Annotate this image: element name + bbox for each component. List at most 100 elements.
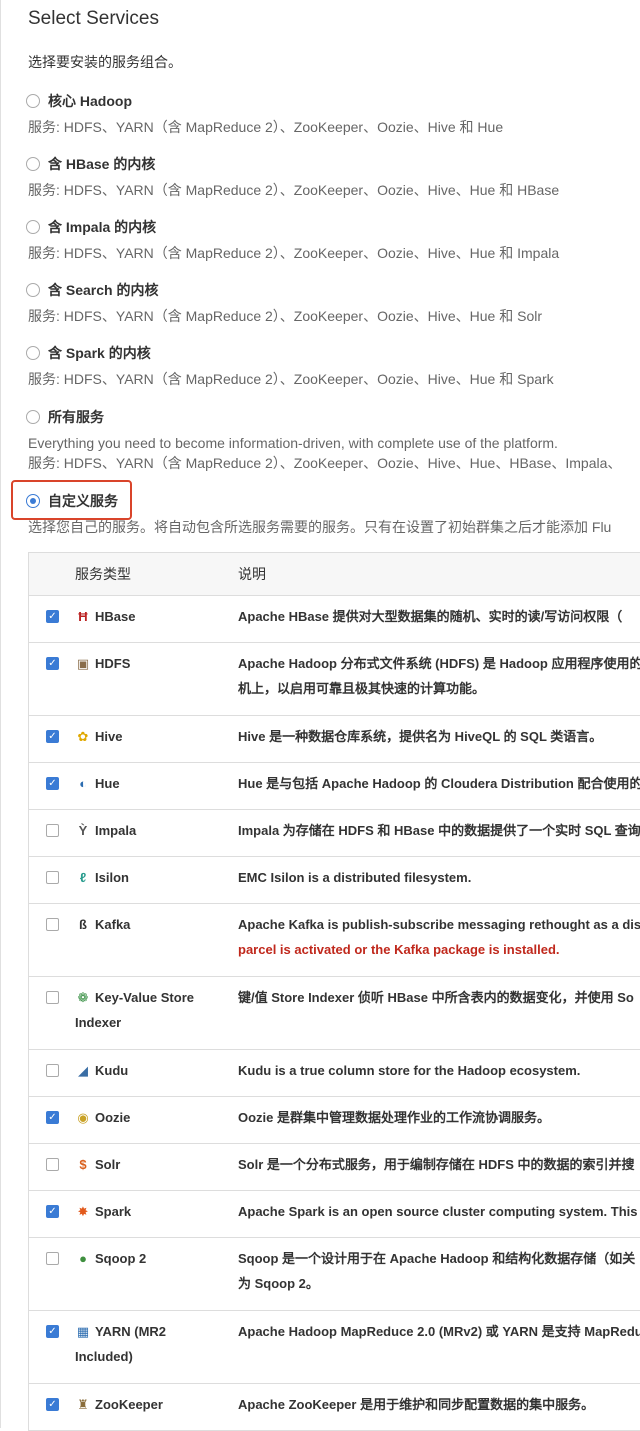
kafka-icon: ß: [79, 917, 87, 932]
option-services: 服务: HDFS、YARN（含 MapReduce 2）、ZooKeeper、O…: [28, 455, 622, 471]
services-table: 服务类型 说明 ✓ Ħ HBase Apache HBase 提供对大型数据集的随机、…: [28, 552, 640, 1431]
table-row: ✓ ▦ YARN (MR2 Included) Apache Hadoop MapRe…: [29, 1311, 640, 1384]
service-name-label: Key-Value Store Indexer: [75, 990, 194, 1030]
service-option-3[interactable]: 含 Search 的内核 服务: HDFS、YARN（含 MapReduce 2）…: [26, 279, 542, 326]
service-checkbox[interactable]: [46, 991, 59, 1004]
table-row: ✓ ✿ Hive Hive 是一种数据仓库系统，提供名为 HiveQL 的 SQL 类…: [29, 716, 640, 763]
service-description-line2: parcel is activated or the Kafka package…: [238, 942, 560, 957]
hue-icon: ◐: [79, 776, 87, 791]
service-name-label: Isilon: [95, 870, 129, 885]
service-description: Oozie 是群集中管理数据处理作业的工作流协调服务。: [238, 1105, 550, 1130]
service-checkbox[interactable]: ✓: [46, 610, 59, 623]
option-label: 所有服务: [48, 409, 104, 425]
service-description-line1: Hue 是与包括 Apache Hadoop 的 Cloudera Distri…: [238, 776, 640, 791]
radio-button[interactable]: [26, 157, 40, 171]
service-description: Apache Hadoop MapReduce 2.0 (MRv2) 或 YAR…: [238, 1319, 640, 1344]
kudu-icon: ◢: [78, 1063, 88, 1078]
option-description: 服务: HDFS、YARN（含 MapReduce 2）、ZooKeeper、O…: [28, 371, 554, 387]
radio-button[interactable]: [26, 410, 40, 424]
option-description: 选择您自己的服务。将自动包含所选服务需要的服务。只有在设置了初始群集之后才能添加…: [28, 519, 612, 535]
radio-button[interactable]: [26, 220, 40, 234]
service-option-5[interactable]: 所有服务 Everything you need to become inform…: [26, 406, 621, 473]
service-checkbox-cell: ✓: [46, 777, 59, 790]
service-checkbox-cell: ✓: [46, 1111, 59, 1124]
table-row: ✓ ◉ Oozie Oozie 是群集中管理数据处理作业的工作流协调服务。: [29, 1097, 640, 1144]
service-checkbox-cell: ✓: [46, 1325, 59, 1338]
service-description-line1: Oozie 是群集中管理数据处理作业的工作流协调服务。: [238, 1110, 551, 1125]
service-checkbox-cell: ✓: [46, 1398, 59, 1411]
service-checkbox[interactable]: [46, 1252, 59, 1265]
radio-button[interactable]: [26, 94, 40, 108]
service-checkbox[interactable]: [46, 871, 59, 884]
service-name-label: Hue: [95, 776, 120, 791]
key-value-store-icon: ❁: [77, 990, 89, 1005]
header-description: 说明: [238, 566, 266, 582]
service-option-1[interactable]: 含 HBase 的内核服务: HDFS、YARN（含 MapReduce 2）、…: [26, 153, 559, 200]
hbase-icon: Ħ: [78, 609, 88, 624]
service-description-line1: Kudu is a true column store for the Hado…: [238, 1063, 581, 1078]
service-checkbox[interactable]: [46, 918, 59, 931]
isilon-icon: ℓ: [79, 870, 87, 885]
service-checkbox[interactable]: ✓: [46, 1325, 59, 1338]
solr-icon: $: [79, 1157, 87, 1172]
service-checkbox-cell: ✓: [46, 657, 59, 670]
service-description-line1: Apache Hadoop MapReduce 2.0 (MRv2) 或 YAR…: [238, 1324, 640, 1339]
option-description: 服务: HDFS、YARN（含 MapReduce 2）、ZooKeeper、O…: [28, 182, 560, 198]
table-row: ✓ Ħ HBase Apache HBase 提供对大型数据集的随机、实时的读/写访问…: [29, 596, 640, 643]
service-description-line2: 机上，以启用可靠且极其快速的计算功能。: [238, 681, 486, 696]
service-checkbox[interactable]: ✓: [46, 1111, 59, 1124]
service-checkbox[interactable]: ✓: [46, 657, 59, 670]
header-service-type: 服务类型: [75, 566, 131, 582]
sqoop-icon: ●: [79, 1251, 87, 1266]
service-name-label: Hive: [95, 729, 123, 744]
service-checkbox-cell: [46, 1158, 59, 1171]
service-description-line1: Impala 为存储在 HDFS 和 HBase 中的数据提供了一个实时 SQL…: [238, 823, 640, 838]
page-subtitle: 选择要安装的服务组合。: [28, 54, 182, 70]
service-option-0[interactable]: 核心 Hadoop 服务: HDFS、YARN（含 MapReduce 2）、Zo…: [26, 90, 503, 137]
service-name: ◐ Hue: [75, 771, 225, 796]
service-name: ▦ YARN (MR2 Included): [75, 1319, 225, 1369]
service-checkbox[interactable]: ✓: [46, 1398, 59, 1411]
impala-icon: Ỳ: [78, 823, 88, 838]
service-checkbox[interactable]: ✓: [46, 1205, 59, 1218]
service-checkbox[interactable]: ✓: [46, 777, 59, 790]
service-description: Apache HBase 提供对大型数据集的随机、实时的读/写访问权限（: [238, 604, 622, 629]
service-description: Apache Hadoop 分布式文件系统 (HDFS) 是 Hadoop 应用…: [238, 651, 640, 701]
service-description-line1: Apache Hadoop 分布式文件系统 (HDFS) 是 Hadoop 应用…: [238, 656, 640, 671]
service-checkbox[interactable]: [46, 824, 59, 837]
table-row: ß Kafka Apache Kafka is publish-subscribe …: [29, 904, 640, 977]
option-description: Everything you need to become informatio…: [28, 435, 558, 451]
table-row: ❁ Key-Value Store Indexer 键/值 Store Indexe…: [29, 977, 640, 1050]
highlight-box: [11, 480, 132, 520]
table-row: ✓ ♜ ZooKeeper Apache ZooKeeper 是用于维护和同步配置数据…: [29, 1384, 640, 1431]
service-checkbox[interactable]: ✓: [46, 730, 59, 743]
service-name-label: Kafka: [95, 917, 131, 932]
spark-icon: ✸: [77, 1204, 89, 1219]
service-name: Ħ HBase: [75, 604, 225, 629]
radio-button[interactable]: [26, 283, 40, 297]
service-option-2[interactable]: 含 Impala 的内核 服务: HDFS、YARN（含 MapReduce 2）…: [26, 216, 559, 263]
service-description-line1: 键/值 Store Indexer 侦听 HBase 中所含表内的数据变化，并使…: [238, 990, 634, 1005]
service-description: Kudu is a true column store for the Hado…: [238, 1058, 580, 1083]
service-checkbox-cell: [46, 824, 59, 837]
option-label: 含 HBase 的内核: [48, 156, 156, 172]
service-name-label: HBase: [95, 609, 136, 624]
service-checkbox-cell: [46, 991, 59, 1004]
service-description-line1: Sqoop 是一个设计用于在 Apache Hadoop 和结构化数据存储（如关: [238, 1251, 636, 1266]
service-checkbox-cell: ✓: [46, 730, 59, 743]
service-checkbox[interactable]: [46, 1064, 59, 1077]
service-checkbox[interactable]: [46, 1158, 59, 1171]
service-checkbox-cell: [46, 918, 59, 931]
service-name-label: Oozie: [95, 1110, 131, 1125]
service-name: ß Kafka: [75, 912, 225, 937]
service-name: Ỳ Impala: [75, 818, 225, 843]
option-description: 服务: HDFS、YARN（含 MapReduce 2）、ZooKeeper、O…: [28, 119, 504, 135]
service-checkbox-cell: ✓: [46, 610, 59, 623]
table-row: Ỳ Impala Impala 为存储在 HDFS 和 HBase 中的数据提供了一…: [29, 810, 640, 857]
service-name: ▣ HDFS: [75, 651, 225, 676]
service-option-4[interactable]: 含 Spark 的内核 服务: HDFS、YARN（含 MapReduce 2）、…: [26, 342, 554, 389]
service-name-label: Spark: [95, 1204, 132, 1219]
service-name: ♜ ZooKeeper: [75, 1392, 225, 1417]
radio-button[interactable]: [26, 346, 40, 360]
option-description: 服务: HDFS、YARN（含 MapReduce 2）、ZooKeeper、O…: [28, 245, 560, 261]
